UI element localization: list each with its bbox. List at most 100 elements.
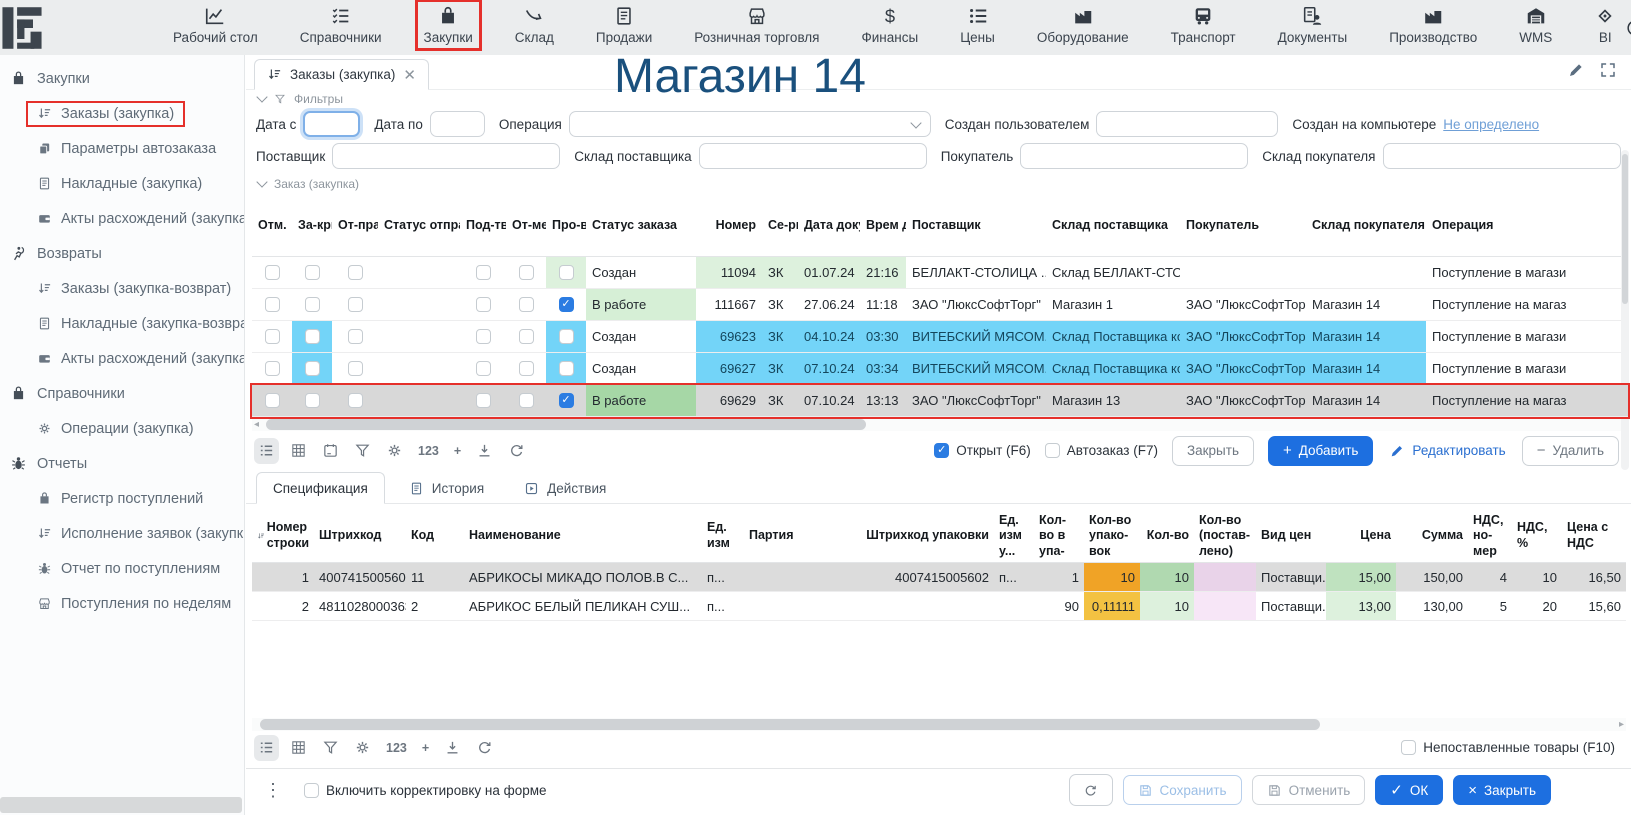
add-order-button[interactable]: +Добавить	[1268, 436, 1373, 466]
checkbox-icon[interactable]	[305, 393, 320, 408]
expand-icon[interactable]	[1599, 61, 1617, 79]
download-icon-button[interactable]	[444, 739, 461, 757]
orders-header-cell[interactable]: Склад покупателя	[1306, 218, 1426, 234]
checkbox-icon[interactable]	[305, 329, 320, 344]
gear-icon-button[interactable]	[386, 442, 403, 460]
checkbox-icon[interactable]	[348, 265, 363, 280]
checkbox-icon[interactable]	[265, 393, 280, 408]
toolbar-text-123[interactable]: 123	[386, 741, 407, 755]
sidebar-group-Закупки[interactable]: Закупки	[0, 61, 244, 96]
open-f6-checkbox[interactable]: ✓ Открыт (F6)	[934, 443, 1030, 458]
spec-header-cell[interactable]: Кол-во (постав-лено)	[1194, 513, 1256, 560]
detail-tab-Спецификация[interactable]: Спецификация	[256, 472, 385, 504]
toolbar-text-+[interactable]: +	[422, 741, 429, 755]
checkbox-icon[interactable]	[348, 329, 363, 344]
checkbox-icon[interactable]	[305, 297, 320, 312]
spec-header-cell[interactable]: Цена с НДС	[1562, 520, 1626, 551]
spec-header-cell[interactable]: НДС, но-мер	[1468, 513, 1512, 560]
order-row[interactable]: Создан69627ЗК07.10.2403:34ВИТЕБСКИЙ МЯСО…	[252, 353, 1628, 385]
checkbox-checked-icon[interactable]: ✓	[934, 443, 949, 458]
sidebar-item-Накладные (закупка-возврат)[interactable]: Накладные (закупка-возврат)	[0, 306, 244, 341]
nav-item-Оборудование[interactable]: Оборудование	[1028, 0, 1138, 51]
checkbox-icon[interactable]	[559, 361, 574, 376]
kebab-menu-icon[interactable]: ⋮	[264, 780, 282, 801]
orders-header-cell[interactable]: Склад поставщика	[1046, 218, 1180, 234]
checkbox-icon[interactable]	[476, 329, 491, 344]
spec-header-cell[interactable]: Сумма	[1396, 528, 1468, 544]
buyer-warehouse-input[interactable]	[1383, 143, 1621, 169]
date-to-input[interactable]	[430, 111, 485, 137]
checkbox-icon[interactable]	[348, 393, 363, 408]
funnel-icon-button[interactable]	[322, 739, 339, 757]
sidebar-item-Акты расхождений (закупка)[interactable]: Акты расхождений (закупка)	[0, 201, 244, 236]
funnel-icon-button[interactable]	[354, 442, 371, 460]
download-icon-button[interactable]	[476, 442, 493, 460]
spec-header-cell[interactable]: Наименование	[464, 528, 702, 544]
checkbox-checked-icon[interactable]: ✓	[559, 297, 574, 312]
supplier-warehouse-input[interactable]	[699, 143, 927, 169]
cancel-button[interactable]: Отменить	[1252, 775, 1366, 805]
order-row[interactable]: ✓В работе111667ЗК27.06.2411:18ЗАО "ЛюксС…	[252, 289, 1628, 321]
checkbox-icon[interactable]	[1401, 740, 1416, 755]
loop-icon-button[interactable]	[476, 739, 493, 757]
spec-header-cell[interactable]: Штрихкод упаковки	[836, 528, 994, 544]
orders-header-cell[interactable]: Статус отправки EDI	[378, 218, 460, 234]
sidebar-item-Поступления по неделям[interactable]: Поступления по неделям	[0, 586, 244, 621]
created-by-input[interactable]	[1096, 111, 1278, 137]
listview-icon-button[interactable]	[254, 438, 279, 464]
orders-hscrollbar[interactable]: ◂ ▸	[252, 418, 1628, 431]
checkbox-icon[interactable]	[304, 783, 319, 798]
spec-header-cell[interactable]: Штрихкод	[314, 528, 406, 544]
checkbox-icon[interactable]	[348, 361, 363, 376]
orders-header-cell[interactable]: Дата доку-мента	[798, 218, 860, 234]
nav-item-WMS[interactable]: WMS	[1510, 0, 1561, 51]
sidebar-item-Накладные (закупка)[interactable]: Накладные (закупка)	[0, 166, 244, 201]
nav-item-Закупки[interactable]: Закупки	[415, 0, 482, 51]
checkbox-checked-icon[interactable]: ✓	[559, 393, 574, 408]
sync-button[interactable]	[1069, 774, 1113, 806]
checkbox-icon[interactable]	[265, 265, 280, 280]
orders-header-cell[interactable]: Покупатель	[1180, 218, 1306, 234]
spec-header-cell[interactable]: Цена	[1326, 528, 1396, 544]
order-row[interactable]: ✓В работе69629ЗК07.10.2413:13ЗАО "ЛюксСо…	[252, 385, 1628, 417]
orders-header-cell[interactable]: За-крыт	[292, 218, 332, 234]
checkbox-icon[interactable]	[519, 393, 534, 408]
listview-icon-button[interactable]	[254, 735, 279, 761]
nav-item-Документы[interactable]: Документы	[1269, 0, 1357, 51]
checkbox-icon[interactable]	[305, 361, 320, 376]
calendar-icon-button[interactable]	[322, 442, 339, 460]
checkbox-icon[interactable]	[476, 265, 491, 280]
spec-row[interactable]: 248110280003632АБРИКОС БЕЛЫЙ ПЕЛИКАН СУШ…	[252, 592, 1626, 621]
nav-item-Финансы[interactable]: Финансы	[853, 0, 928, 51]
nav-item-BI[interactable]: BI	[1585, 0, 1625, 51]
checkbox-icon[interactable]	[559, 265, 574, 280]
spec-hscrollbar[interactable]: ▸	[252, 718, 1626, 731]
operation-select[interactable]	[569, 111, 931, 137]
checkbox-icon[interactable]	[265, 361, 280, 376]
spec-header-cell[interactable]: Кол-во в упа-	[1034, 513, 1084, 560]
orders-header-cell[interactable]: Под-твер-жден	[460, 218, 506, 234]
nav-item-Цены[interactable]: Цены	[951, 0, 1004, 51]
checkbox-icon[interactable]	[1045, 443, 1060, 458]
spec-header-cell[interactable]: Вид цен	[1256, 528, 1326, 544]
spec-header-cell[interactable]: Код	[406, 528, 464, 544]
grid-icon-button[interactable]	[290, 739, 307, 757]
sidebar-item-Исполнение заявок (закупка)[interactable]: Исполнение заявок (закупка)	[0, 516, 244, 551]
checkbox-icon[interactable]	[519, 265, 534, 280]
checkbox-icon[interactable]	[476, 297, 491, 312]
nav-item-Производство[interactable]: Производство	[1380, 0, 1486, 51]
close-tab-icon[interactable]: ✕	[403, 66, 416, 84]
contrast-icon-button[interactable]	[1625, 18, 1631, 38]
sidebar-item-Акты расхождений (закупка-возвра[interactable]: Акты расхождений (закупка-возвра	[0, 341, 244, 376]
spec-header-cell[interactable]: НДС, %	[1512, 520, 1562, 551]
sidebar-item-Параметры автозаказа[interactable]: Параметры автозаказа	[0, 131, 244, 166]
ok-button[interactable]: ✓ОК	[1375, 775, 1443, 805]
date-from-input[interactable]	[303, 111, 360, 137]
filters-section-header[interactable]: Фильтры	[246, 90, 1631, 108]
sidebar-item-Регистр поступлений[interactable]: Регистр поступлений	[0, 481, 244, 516]
checkbox-icon[interactable]	[559, 329, 574, 344]
buyer-input[interactable]	[1020, 143, 1248, 169]
spec-header-cell[interactable]: Кол-во упако-вок	[1084, 513, 1140, 560]
spec-row[interactable]: 1400741500560211АБРИКОСЫ МИКАДО ПОЛОВ.В …	[252, 563, 1626, 592]
correction-checkbox[interactable]: Включить корректировку на форме	[304, 783, 547, 798]
